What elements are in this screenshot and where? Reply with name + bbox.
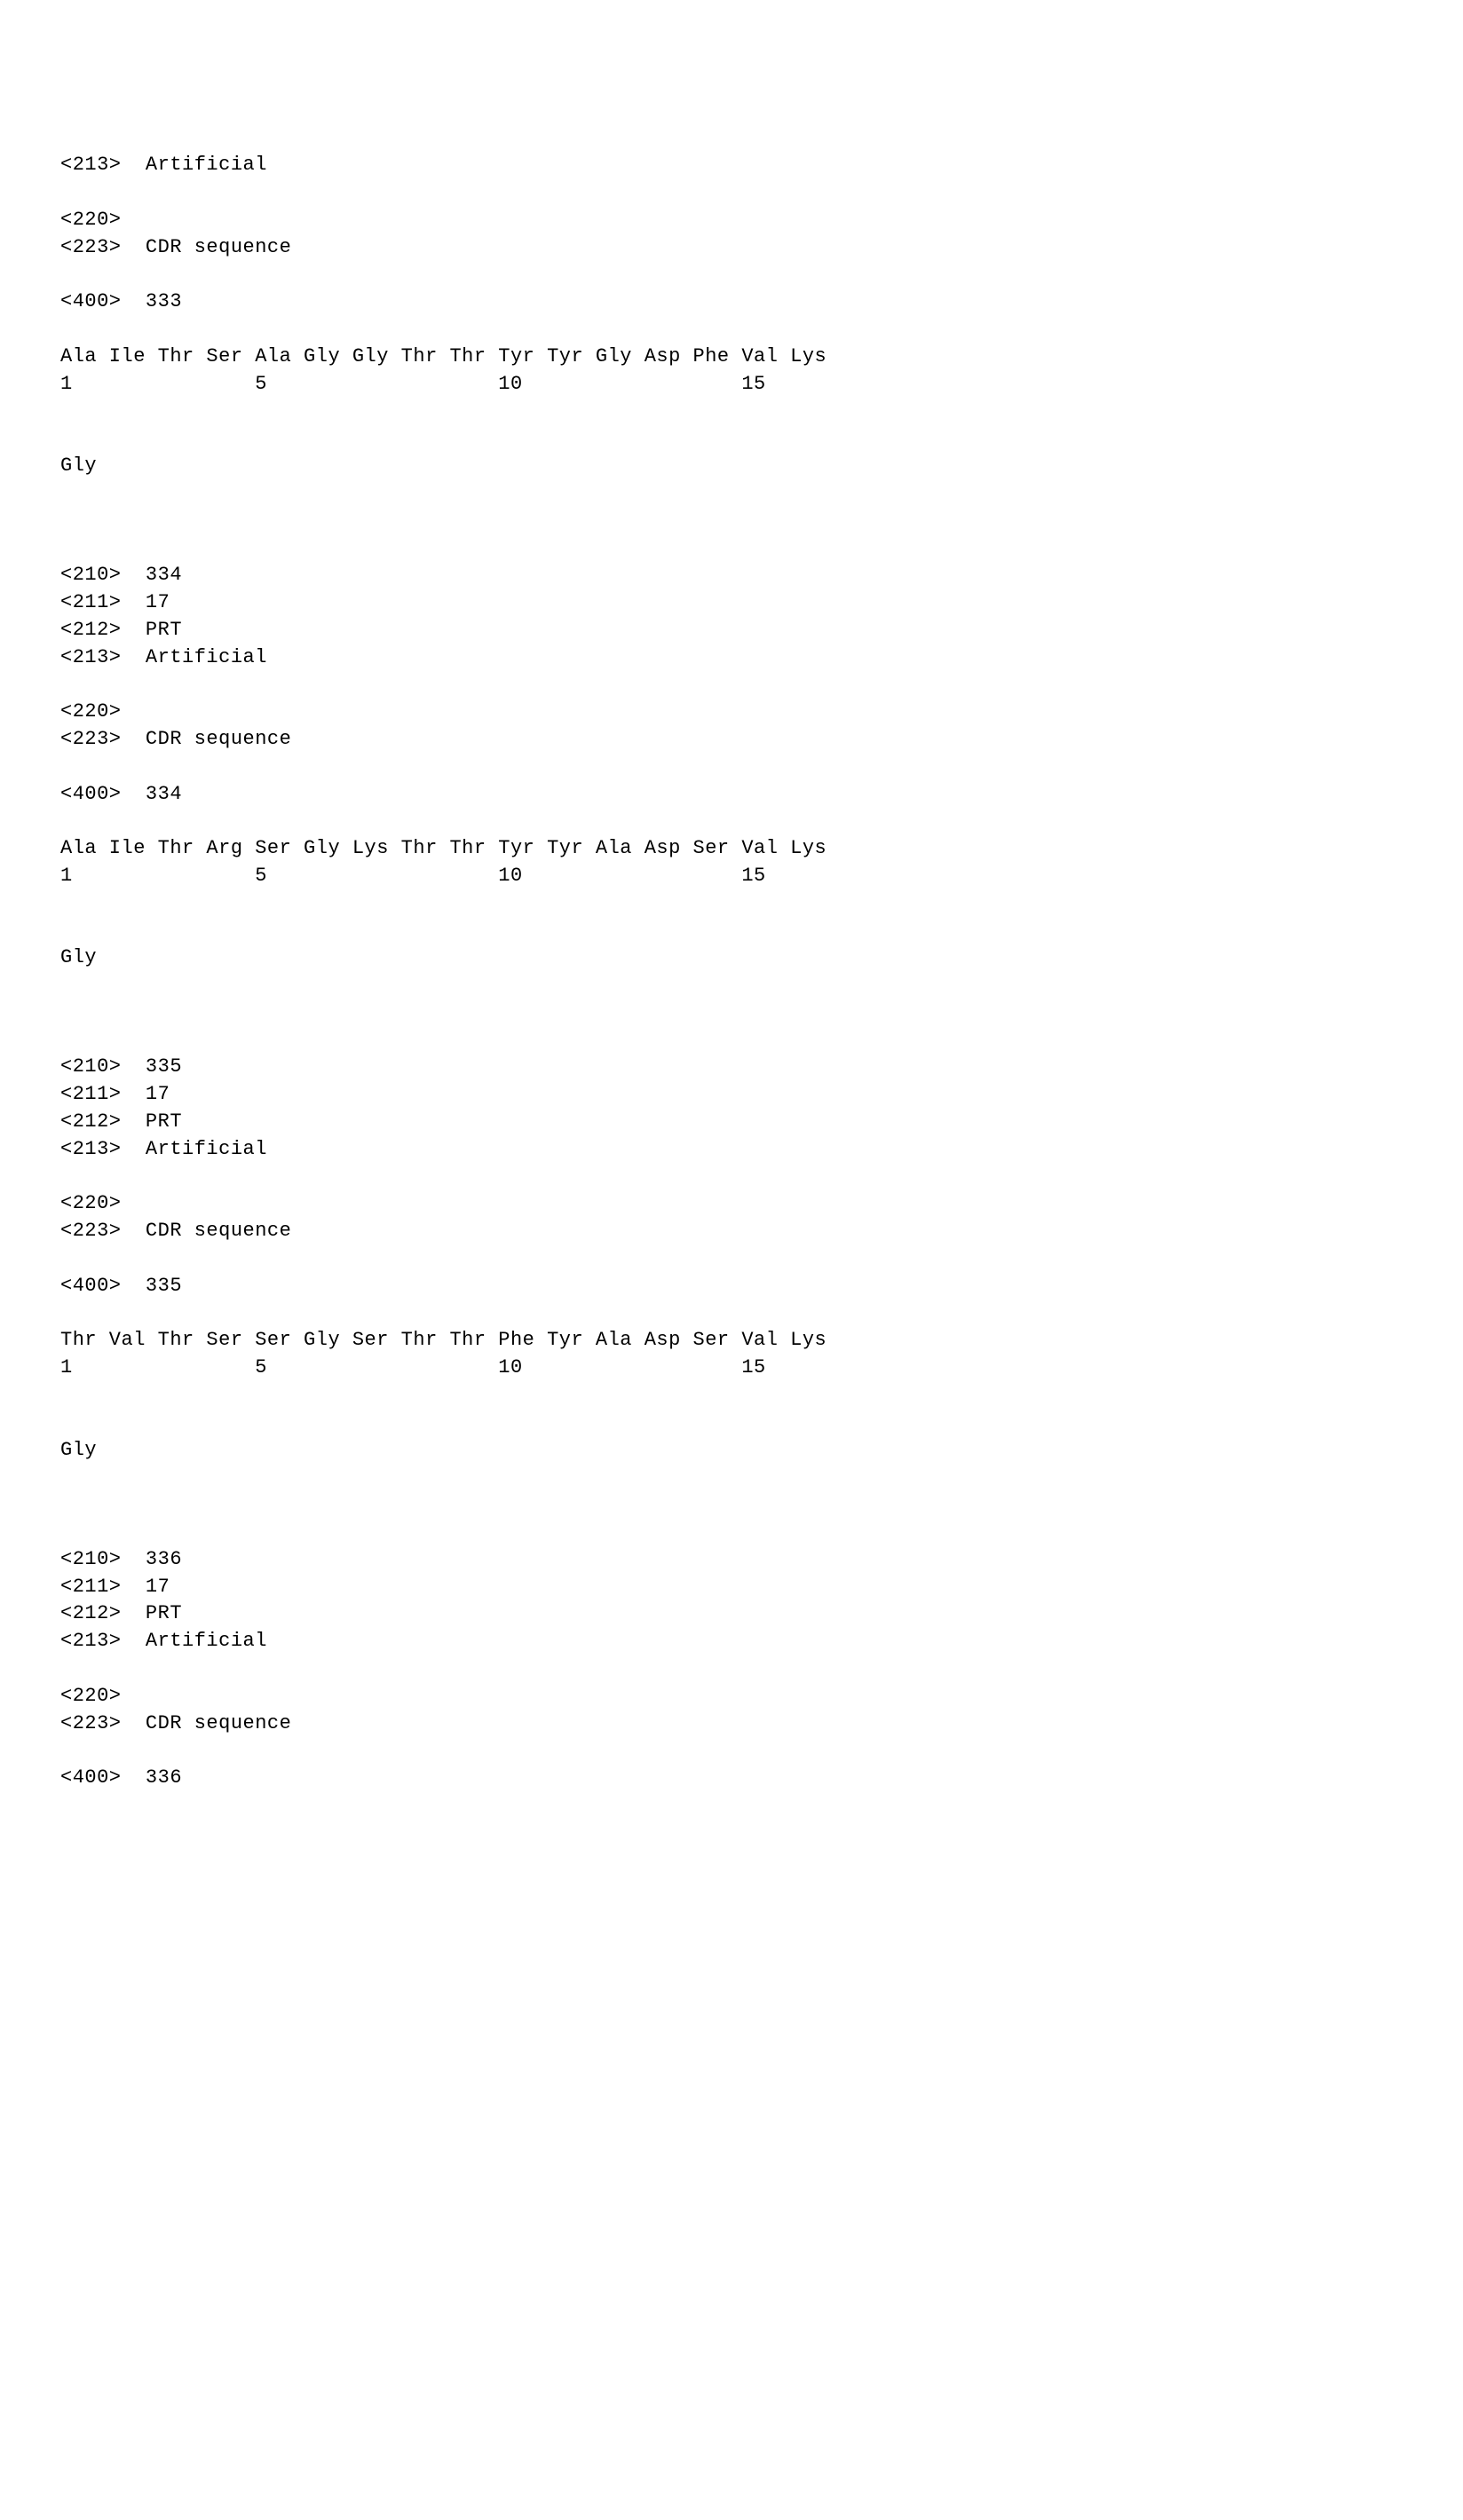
sequence-residues: Gly (60, 453, 1403, 480)
sequence-entry: <210> 334<211> 17<212> PRT<213> Artifici… (60, 562, 1403, 1054)
header-tag: <223> CDR sequence (60, 1710, 1403, 1738)
blank-line (60, 808, 1403, 835)
sequence-numbers: 1 5 10 15 (60, 863, 1403, 890)
header-400: <400> 334 (60, 781, 1403, 809)
header-tag: <213> Artificial (60, 1628, 1403, 1655)
sequence-residues: Thr Val Thr Ser Ser Gly Ser Thr Thr Phe … (60, 1327, 1403, 1355)
header-tag: <210> 335 (60, 1054, 1403, 1081)
blank-line (60, 671, 1403, 699)
header-tag: <220> (60, 1683, 1403, 1710)
blank-line (60, 179, 1403, 207)
header-tag: <223> CDR sequence (60, 234, 1403, 262)
sequence-residues: Ala Ile Thr Ser Ala Gly Gly Thr Thr Tyr … (60, 344, 1403, 371)
blank-line (60, 1164, 1403, 1191)
header-tag: <220> (60, 207, 1403, 234)
header-tag: <212> PRT (60, 617, 1403, 644)
blank-line (60, 890, 1403, 945)
sequence-entry: <210> 336<211> 17<212> PRT<213> Artifici… (60, 1546, 1403, 1792)
blank-line (60, 1300, 1403, 1328)
blank-line (60, 1655, 1403, 1683)
header-tag: <213> Artificial (60, 644, 1403, 672)
blank-line (60, 972, 1403, 1054)
sequence-numbers: 1 5 10 15 (60, 371, 1403, 399)
sequence-entry: <213> Artificial <220><223> CDR sequence <… (60, 152, 1403, 562)
sequence-residues: Gly (60, 944, 1403, 972)
header-400: <400> 336 (60, 1765, 1403, 1792)
sequence-listing-page: <213> Artificial<220><223> CDR sequence<… (60, 152, 1403, 1792)
header-tag: <220> (60, 699, 1403, 726)
sequence-numbers: 1 5 10 15 (60, 1355, 1403, 1382)
blank-line (60, 1245, 1403, 1273)
header-tag: <212> PRT (60, 1109, 1403, 1136)
header-tag: <210> 336 (60, 1546, 1403, 1574)
blank-line (60, 398, 1403, 453)
header-tag: <213> Artificial (60, 152, 1403, 179)
header-tag: <211> 17 (60, 1081, 1403, 1109)
blank-line (60, 754, 1403, 781)
blank-line (60, 261, 1403, 288)
header-tag: <220> (60, 1190, 1403, 1218)
blank-line (60, 1737, 1403, 1765)
blank-line (60, 480, 1403, 562)
header-tag: <212> PRT (60, 1600, 1403, 1628)
header-400: <400> 335 (60, 1273, 1403, 1300)
sequence-residues: Ala Ile Thr Arg Ser Gly Lys Thr Thr Tyr … (60, 835, 1403, 863)
header-tag: <211> 17 (60, 1574, 1403, 1601)
header-tag: <213> Artificial (60, 1136, 1403, 1164)
sequence-entry: <210> 335<211> 17<212> PRT<213> Artifici… (60, 1054, 1403, 1545)
header-tag: <210> 334 (60, 562, 1403, 589)
blank-line (60, 316, 1403, 344)
blank-line (60, 1382, 1403, 1437)
header-tag: <223> CDR sequence (60, 1218, 1403, 1245)
blank-line (60, 1464, 1403, 1545)
header-tag: <223> CDR sequence (60, 726, 1403, 754)
sequence-residues: Gly (60, 1437, 1403, 1465)
header-400: <400> 333 (60, 288, 1403, 316)
header-tag: <211> 17 (60, 589, 1403, 617)
